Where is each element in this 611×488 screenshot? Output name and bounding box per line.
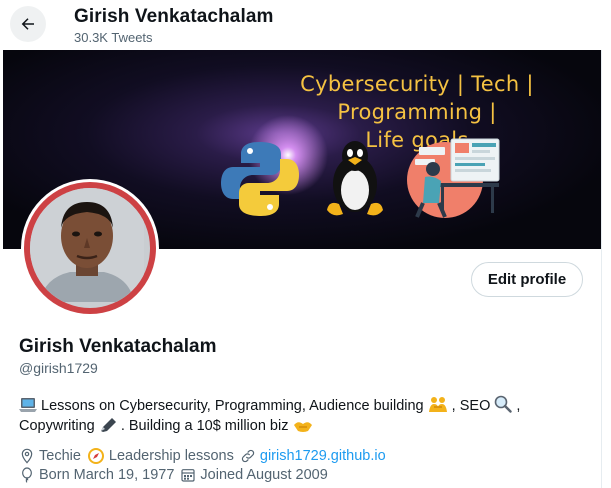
profile-website[interactable]: girish1729.github.io — [240, 448, 386, 464]
tux-linux-logo-icon — [327, 141, 383, 216]
profile-avatar[interactable] — [21, 179, 159, 317]
page-scroll-edge — [601, 50, 611, 488]
profile-header-bar: Girish Venkatachalam 30.3K Tweets — [0, 0, 611, 50]
header-display-name: Girish Venkatachalam — [74, 6, 274, 27]
bio-text-4: Copywriting — [19, 418, 95, 434]
avatar-ring — [24, 182, 156, 314]
magnifying-glass-emoji — [495, 395, 513, 413]
profile-location-extra: Leadership lessons — [87, 447, 234, 465]
laptop-emoji — [19, 398, 37, 412]
profile-meta-row-2: Born March 19, 1977 Joined August 2009 — [19, 467, 334, 483]
website-link[interactable]: girish1729.github.io — [260, 448, 386, 464]
profile-meta-row-1: Techie Leadership lessons girish1729.git… — [19, 447, 392, 465]
link-icon — [241, 449, 255, 463]
compass-emoji — [87, 448, 104, 464]
joined-text: Joined August 2009 — [200, 467, 328, 483]
handshake-emoji-2 — [293, 422, 312, 432]
developer-desk-illustration — [407, 138, 500, 218]
location-pin-icon — [21, 448, 33, 464]
back-button[interactable] — [10, 6, 46, 42]
bio-text-3: , — [516, 398, 521, 414]
person-portrait-icon — [30, 188, 144, 302]
arrow-left-icon — [21, 18, 34, 30]
avatar-photo — [30, 188, 150, 308]
pen-emoji — [100, 418, 116, 432]
calendar-icon — [181, 469, 196, 482]
profile-birthday: Born March 19, 1977 — [19, 467, 174, 483]
profile-bio: Lessons on Cybersecurity, Programming, A… — [19, 395, 559, 436]
profile-display-name: Girish Venkatachalam — [19, 336, 217, 357]
location-text: Techie — [39, 448, 81, 464]
edit-profile-button[interactable]: Edit profile — [471, 262, 583, 297]
python-logo-icon — [221, 142, 299, 216]
bio-text-5: . Building a 10$ million biz — [120, 418, 289, 434]
header-tweet-count: 30.3K Tweets — [74, 30, 153, 45]
profile-joined: Joined August 2009 — [180, 467, 328, 483]
handshake-emoji — [428, 397, 447, 412]
birthday-text: Born March 19, 1977 — [39, 467, 175, 483]
profile-location: Techie — [19, 448, 81, 464]
bio-text-2: , SEO — [451, 398, 491, 414]
bio-text-1: Lessons on Cybersecurity, Programming, A… — [41, 398, 424, 414]
profile-handle: @girish1729 — [19, 360, 98, 376]
location-suffix-text: Leadership lessons — [108, 448, 234, 464]
balloon-icon — [22, 467, 32, 483]
